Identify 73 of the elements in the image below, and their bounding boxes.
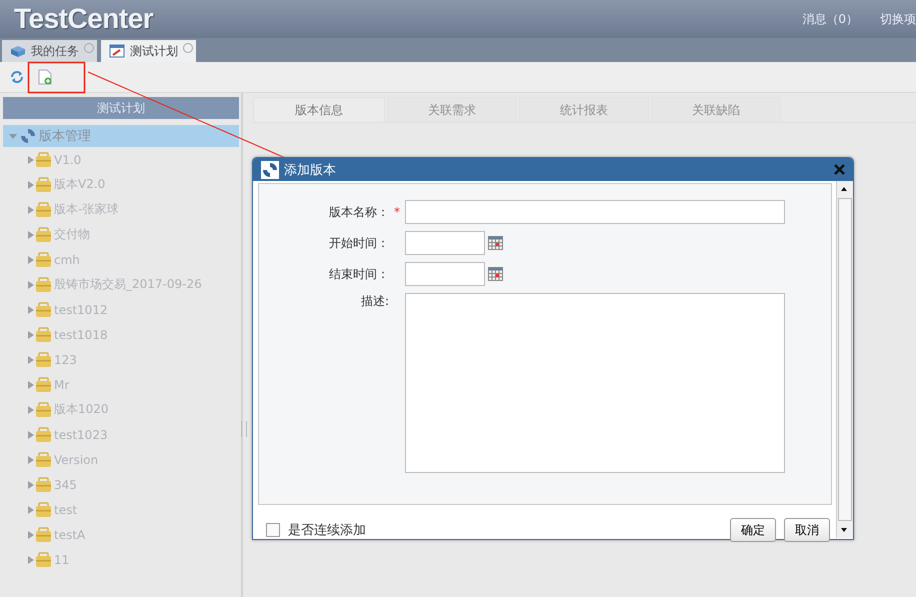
- required-mark: *: [393, 205, 401, 219]
- tree-item[interactable]: Mr: [3, 372, 239, 397]
- expand-arrow-icon[interactable]: [27, 480, 34, 488]
- field-label: 版本名称：: [328, 204, 389, 220]
- expand-arrow-icon[interactable]: [27, 456, 34, 464]
- logo: TestCenter: [13, 3, 154, 35]
- checkbox-label: 是否连续添加: [288, 522, 366, 539]
- box-icon: [10, 44, 26, 58]
- tab[interactable]: 版本信息: [253, 97, 385, 122]
- expand-arrow-icon[interactable]: [27, 330, 34, 338]
- tree-item[interactable]: cmh: [3, 247, 239, 272]
- calendar-icon[interactable]: [488, 236, 503, 250]
- tree-item[interactable]: 345: [3, 472, 239, 497]
- tree-item[interactable]: 殷铸市场交易_2017-09-26: [3, 272, 239, 297]
- expand-arrow-icon[interactable]: [27, 380, 34, 388]
- expand-arrow-icon[interactable]: [27, 406, 34, 414]
- date-field[interactable]: [405, 231, 485, 255]
- scrollbar[interactable]: [836, 181, 853, 538]
- header-link[interactable]: 切换项: [880, 10, 916, 28]
- date-field[interactable]: [405, 262, 485, 286]
- tab[interactable]: 关联需求: [387, 97, 517, 122]
- tree-item[interactable]: test1012: [3, 297, 239, 322]
- highlight-frame: [28, 62, 86, 94]
- dialog-title: 添加版本: [284, 162, 336, 178]
- expand-arrow-icon[interactable]: [27, 530, 34, 538]
- tree-item[interactable]: V1.0: [3, 147, 239, 172]
- expand-arrow-icon[interactable]: [27, 356, 34, 364]
- expand-arrow-icon[interactable]: [27, 156, 34, 164]
- expand-arrow-icon[interactable]: [27, 430, 34, 438]
- tree-item[interactable]: 版本V2.0: [3, 172, 239, 197]
- close-icon[interactable]: [834, 164, 845, 175]
- tree-item[interactable]: 123: [3, 347, 239, 372]
- field-label: 开始时间：: [328, 234, 389, 252]
- field-label: 描述:: [360, 293, 389, 310]
- tab[interactable]: 统计报表: [519, 97, 649, 122]
- tab[interactable]: 我的任务: [2, 40, 97, 62]
- calendar-icon[interactable]: [488, 267, 503, 281]
- field-label: 结束时间：: [328, 266, 389, 282]
- tree-item[interactable]: Version: [3, 447, 239, 472]
- tab-close-icon[interactable]: [84, 43, 94, 53]
- expand-arrow-icon[interactable]: [27, 180, 34, 188]
- tree-item[interactable]: 版本管理: [3, 125, 239, 147]
- tree-item[interactable]: 版本1020: [3, 397, 239, 422]
- checkbox[interactable]: [266, 523, 280, 537]
- splitter-handle[interactable]: [241, 421, 247, 437]
- add-document-icon[interactable]: [38, 69, 52, 85]
- expand-arrow-icon[interactable]: [27, 230, 34, 238]
- swirl-icon: [19, 127, 37, 145]
- tree-item[interactable]: 11: [3, 547, 239, 572]
- tree-item[interactable]: 版本-张家球: [3, 197, 239, 222]
- tab[interactable]: 测试计划: [101, 40, 196, 62]
- tree-item[interactable]: test: [3, 497, 239, 522]
- expand-arrow-icon[interactable]: [9, 132, 17, 140]
- expand-arrow-icon[interactable]: [27, 280, 34, 288]
- dialog-button[interactable]: 取消: [784, 518, 830, 542]
- tree-item[interactable]: 交付物: [3, 222, 239, 247]
- dialog-button[interactable]: 确定: [730, 518, 776, 542]
- calendar-icon: [109, 44, 125, 58]
- header-link[interactable]: 消息（0）: [802, 10, 858, 28]
- tree-item[interactable]: test1018: [3, 322, 239, 347]
- expand-arrow-icon[interactable]: [27, 256, 34, 264]
- expand-arrow-icon[interactable]: [27, 306, 34, 314]
- refresh-icon[interactable]: [10, 70, 24, 84]
- expand-arrow-icon[interactable]: [27, 506, 34, 514]
- tree-item[interactable]: testA: [3, 522, 239, 547]
- tab-close-icon[interactable]: [183, 43, 193, 53]
- input-field[interactable]: [405, 200, 785, 224]
- expand-arrow-icon[interactable]: [27, 556, 34, 564]
- tab[interactable]: 关联缺陷: [651, 97, 781, 122]
- expand-arrow-icon[interactable]: [27, 206, 34, 214]
- swirl-icon: [261, 160, 279, 178]
- tree-item[interactable]: test1023: [3, 422, 239, 447]
- panel-title: 测试计划: [3, 97, 239, 119]
